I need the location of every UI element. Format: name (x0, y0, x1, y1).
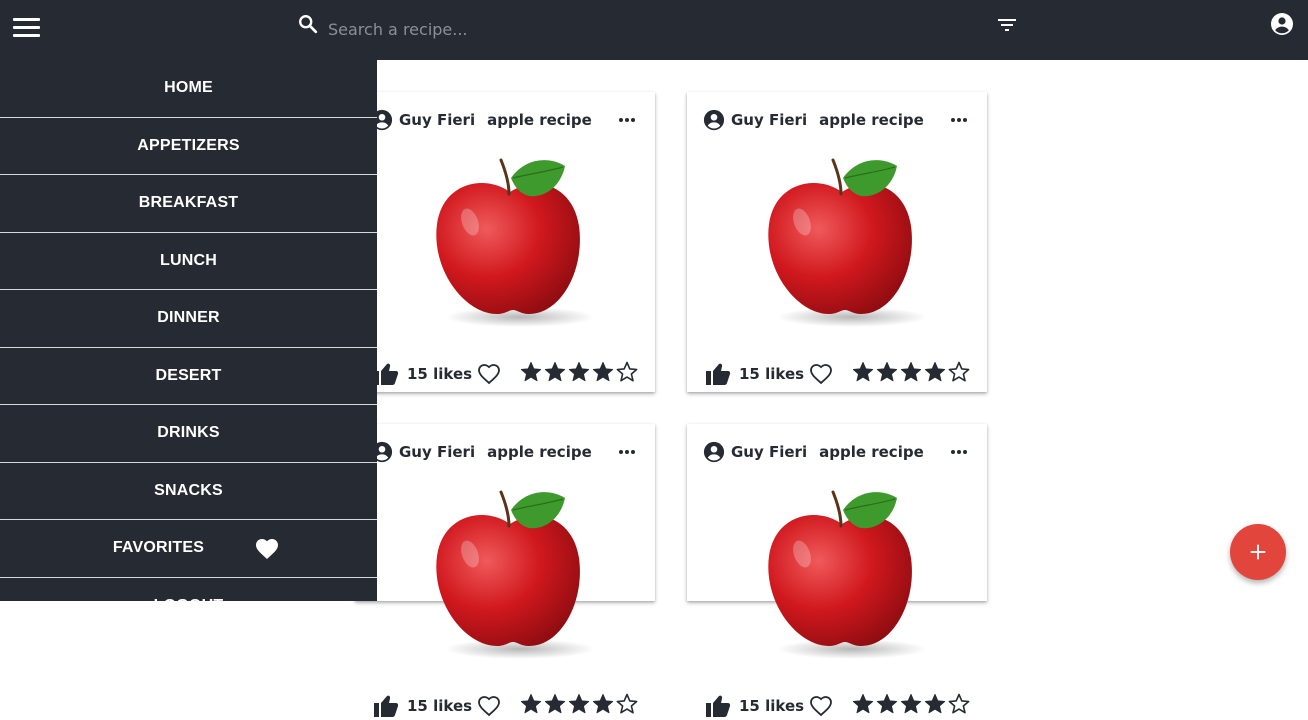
drawer-item-label: DRINKS (157, 424, 220, 442)
recipe-author: Guy Fieri (731, 111, 808, 129)
apple-image (768, 490, 927, 659)
recipe-title: apple recipe (819, 111, 924, 129)
drawer-item-label: BREAKFAST (138, 194, 239, 212)
recipe-title: apple recipe (487, 443, 592, 461)
heart-icon (256, 539, 278, 559)
drawer-item-label: FAVORITES (112, 539, 205, 557)
likes-count: 15 likes (739, 365, 805, 383)
star-filled-icon[interactable] (591, 360, 615, 384)
drawer-item-label: SNACKS (154, 481, 223, 499)
favorite-outline-icon[interactable] (477, 362, 501, 386)
apple-image (436, 490, 595, 659)
search-input[interactable] (328, 15, 888, 43)
recipe-card-header: Guy Fieri apple recipe (371, 108, 592, 132)
drawer-item-desert[interactable]: DESERT (0, 348, 377, 405)
rating-stars (851, 692, 971, 716)
star-filled-icon[interactable] (923, 692, 947, 716)
star-filled-icon[interactable] (875, 692, 899, 716)
star-outline-icon[interactable] (615, 360, 639, 384)
recipe-title: apple recipe (819, 443, 924, 461)
star-filled-icon[interactable] (923, 360, 947, 384)
rating-stars (851, 360, 971, 384)
drawer-item-home[interactable]: HOME (0, 60, 377, 118)
recipe-card-footer: 15 likes (705, 360, 804, 388)
recipe-card[interactable]: Guy Fieri apple recipe 15 likes (687, 424, 987, 717)
drawer-item-label: LUNCH (160, 251, 217, 269)
star-outline-icon[interactable] (947, 692, 971, 716)
drawer-item-label: DESERT (155, 366, 222, 384)
recipe-author: Guy Fieri (399, 111, 476, 129)
user-icon (703, 441, 725, 463)
drawer-item-logout[interactable]: LOGOUT (0, 578, 377, 601)
drawer-item-label: HOME (164, 79, 213, 97)
apple-image (768, 158, 927, 327)
star-filled-icon[interactable] (567, 360, 591, 384)
drawer-item-lunch[interactable]: LUNCH (0, 233, 377, 290)
recipe-card[interactable]: Guy Fieri apple recipe 15 likes (687, 92, 987, 392)
recipe-card-footer: 15 likes (373, 692, 472, 720)
drawer-item-snacks[interactable]: SNACKS (0, 463, 377, 520)
filter-icon[interactable] (995, 13, 1019, 37)
likes-count: 15 likes (407, 365, 473, 383)
star-filled-icon[interactable] (519, 360, 543, 384)
account-circle-icon[interactable] (1270, 12, 1294, 36)
star-filled-icon[interactable] (899, 692, 923, 716)
star-outline-icon[interactable] (615, 692, 639, 716)
drawer-item-favorites[interactable]: FAVORITES (0, 520, 377, 578)
rating-stars (519, 692, 639, 716)
star-filled-icon[interactable] (519, 692, 543, 716)
recipe-card[interactable]: Guy Fieri apple recipe 15 likes (355, 424, 655, 717)
star-filled-icon[interactable] (591, 692, 615, 716)
recipe-card-header: Guy Fieri apple recipe (703, 440, 924, 464)
rating-stars (519, 360, 639, 384)
favorite-outline-icon[interactable] (477, 694, 501, 718)
user-icon (703, 109, 725, 131)
star-filled-icon[interactable] (875, 360, 899, 384)
star-filled-icon[interactable] (567, 692, 591, 716)
recipe-card-footer: 15 likes (705, 692, 804, 720)
star-filled-icon[interactable] (851, 360, 875, 384)
more-horizontal-icon[interactable] (949, 442, 969, 462)
likes-count: 15 likes (739, 697, 805, 715)
thumb-up-icon[interactable] (705, 694, 731, 718)
thumb-up-icon[interactable] (373, 694, 399, 718)
likes-count: 15 likes (407, 697, 473, 715)
top-app-bar (0, 0, 1308, 60)
apple-image (436, 158, 595, 327)
recipe-author: Guy Fieri (399, 443, 476, 461)
menu-icon[interactable] (12, 17, 42, 39)
thumb-up-icon[interactable] (705, 362, 731, 386)
recipe-card-header: Guy Fieri apple recipe (371, 440, 592, 464)
star-filled-icon[interactable] (851, 692, 875, 716)
more-horizontal-icon[interactable] (617, 110, 637, 130)
side-drawer: HOME APPETIZERS BREAKFAST LUNCH DINNER DESERT… (0, 60, 377, 601)
more-horizontal-icon[interactable] (617, 442, 637, 462)
plus-icon (1250, 544, 1266, 560)
star-filled-icon[interactable] (543, 360, 567, 384)
recipe-card[interactable]: Guy Fieri apple recipe 15 likes (355, 92, 655, 392)
search-icon (299, 15, 318, 34)
favorite-outline-icon[interactable] (809, 362, 833, 386)
star-outline-icon[interactable] (947, 360, 971, 384)
recipe-card-header: Guy Fieri apple recipe (703, 108, 924, 132)
drawer-item-drinks[interactable]: DRINKS (0, 405, 377, 463)
drawer-item-dinner[interactable]: DINNER (0, 290, 377, 348)
star-filled-icon[interactable] (543, 692, 567, 716)
drawer-item-label: APPETIZERS (137, 136, 240, 154)
drawer-item-label: DINNER (157, 309, 220, 327)
recipe-title: apple recipe (487, 111, 592, 129)
drawer-item-breakfast[interactable]: BREAKFAST (0, 175, 377, 233)
recipe-author: Guy Fieri (731, 443, 808, 461)
more-horizontal-icon[interactable] (949, 110, 969, 130)
recipe-card-footer: 15 likes (373, 360, 472, 388)
drawer-item-label: LOGOUT (154, 597, 224, 601)
favorite-outline-icon[interactable] (809, 694, 833, 718)
drawer-item-appetizers[interactable]: APPETIZERS (0, 118, 377, 175)
star-filled-icon[interactable] (899, 360, 923, 384)
add-recipe-button[interactable] (1230, 524, 1286, 580)
